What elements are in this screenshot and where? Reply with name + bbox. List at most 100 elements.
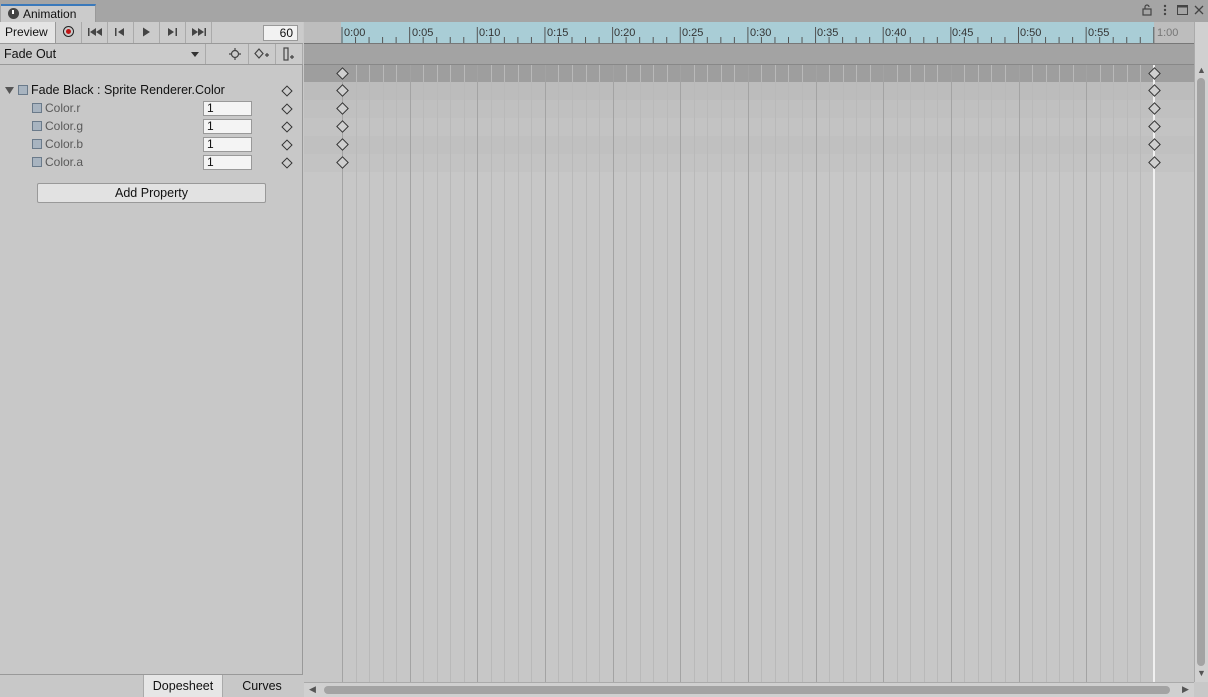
tick-label: 1:00 xyxy=(1157,27,1179,39)
tick-label: 0:25 xyxy=(682,27,704,39)
tab-dopesheet[interactable]: Dopesheet xyxy=(143,675,223,697)
tick-label: 0:40 xyxy=(885,27,907,39)
grid-line xyxy=(369,65,370,682)
grid-line xyxy=(653,65,654,682)
keyframe-diamond-icon[interactable] xyxy=(281,121,293,133)
record-button[interactable] xyxy=(56,22,82,43)
grid-line xyxy=(640,65,641,682)
first-keyframe-button[interactable] xyxy=(82,22,108,43)
grid-line xyxy=(1127,65,1128,682)
tab-curves[interactable]: Curves xyxy=(222,675,302,697)
grid-line xyxy=(558,65,559,682)
maximize-icon[interactable] xyxy=(1175,4,1189,18)
tick-label: 0:55 xyxy=(1088,27,1110,39)
scroll-right-icon[interactable]: ▶ xyxy=(1182,684,1189,695)
frame-field[interactable]: 60 xyxy=(263,25,298,41)
grid-line xyxy=(843,65,844,682)
grid-line xyxy=(978,65,979,682)
add-event-icon xyxy=(283,47,294,61)
time-ruler[interactable]: 0:00 0:05 0:10 0:15 0:20 0:25 0:30 0:35 … xyxy=(304,22,1194,44)
scroll-down-icon[interactable]: ▼ xyxy=(1197,668,1206,678)
scroll-left-icon[interactable]: ◀ xyxy=(309,684,316,695)
property-value-field[interactable]: 1 xyxy=(203,119,252,134)
first-keyframe-icon xyxy=(88,28,102,36)
property-group-row[interactable]: Fade Black : Sprite Renderer.Color xyxy=(0,82,303,100)
property-label: Color.r xyxy=(45,101,81,115)
sprite-renderer-icon xyxy=(32,139,42,149)
tick-label: 0:30 xyxy=(750,27,772,39)
keyframe-diamond-icon[interactable] xyxy=(281,103,293,115)
add-property-button[interactable]: Add Property xyxy=(37,183,266,203)
grid-line xyxy=(586,65,587,682)
grid-line xyxy=(829,65,830,682)
tab-strip: Animation xyxy=(0,0,1208,22)
record-icon xyxy=(63,26,74,37)
add-event-button[interactable] xyxy=(276,44,303,64)
grid-line xyxy=(504,65,505,682)
keyframe-diamond-icon[interactable] xyxy=(281,85,293,97)
grid-line xyxy=(788,65,789,682)
grid-line xyxy=(897,65,898,682)
clip-row: Fade Out xyxy=(0,44,303,65)
grid-line xyxy=(1032,65,1033,682)
lock-icon[interactable] xyxy=(1140,4,1154,18)
grid-line xyxy=(1005,65,1006,682)
grid-line xyxy=(423,65,424,682)
foldout-arrow-icon[interactable] xyxy=(5,87,14,95)
grid-line xyxy=(1113,65,1114,682)
next-keyframe-button[interactable] xyxy=(160,22,186,43)
tick-label: 0:50 xyxy=(1020,27,1042,39)
prev-keyframe-icon xyxy=(115,28,124,36)
grid-line xyxy=(626,65,627,682)
dopesheet-grid[interactable] xyxy=(304,65,1194,682)
horizontal-scrollbar[interactable]: ◀ ▶ xyxy=(304,682,1194,697)
sprite-renderer-icon xyxy=(32,157,42,167)
grid-line xyxy=(518,65,519,682)
preview-button[interactable]: Preview xyxy=(0,22,56,43)
horizontal-scroll-thumb[interactable] xyxy=(324,686,1170,694)
last-keyframe-button[interactable] xyxy=(186,22,212,43)
add-keyframe-button[interactable] xyxy=(249,44,276,64)
grid-line xyxy=(951,65,952,682)
play-button[interactable] xyxy=(134,22,160,43)
property-row-color-g[interactable]: Color.g 1 xyxy=(0,118,303,136)
property-row-color-b[interactable]: Color.b 1 xyxy=(0,136,303,154)
property-row-color-r[interactable]: Color.r 1 xyxy=(0,100,303,118)
tab-animation[interactable]: Animation xyxy=(1,4,96,22)
grid-line xyxy=(464,65,465,682)
grid-line xyxy=(599,65,600,682)
grid-line xyxy=(910,65,911,682)
clip-dropdown[interactable]: Fade Out xyxy=(0,44,206,64)
tick-label: 0:45 xyxy=(952,27,974,39)
grid-line xyxy=(667,65,668,682)
menu-dots-icon[interactable] xyxy=(1158,4,1172,18)
prev-keyframe-button[interactable] xyxy=(108,22,134,43)
grid-line xyxy=(680,65,681,682)
keyframe-diamond-icon[interactable] xyxy=(281,157,293,169)
grid-line xyxy=(775,65,776,682)
scroll-up-icon[interactable]: ▲ xyxy=(1197,65,1206,75)
property-label: Color.b xyxy=(45,137,84,151)
property-label: Color.a xyxy=(45,155,84,169)
property-value-field[interactable]: 1 xyxy=(203,155,252,170)
filter-selection-button[interactable] xyxy=(222,44,249,64)
property-row-color-a[interactable]: Color.a 1 xyxy=(0,154,303,172)
grid-line xyxy=(937,65,938,682)
property-value-field[interactable]: 1 xyxy=(203,137,252,152)
grid-line xyxy=(396,65,397,682)
grid-line xyxy=(531,65,532,682)
vertical-scrollbar[interactable]: ▲ ▼ xyxy=(1194,22,1208,682)
add-keyframe-icon xyxy=(254,48,269,59)
grid-line xyxy=(856,65,857,682)
grid-line xyxy=(545,65,546,682)
summary-keyframe-bar[interactable] xyxy=(304,44,1194,65)
grid-line xyxy=(1019,65,1020,682)
keyframe-diamond-icon[interactable] xyxy=(281,139,293,151)
property-value-field[interactable]: 1 xyxy=(203,101,252,116)
grid-line xyxy=(437,65,438,682)
last-keyframe-icon xyxy=(192,28,206,36)
chevron-down-icon xyxy=(191,52,199,57)
vertical-scroll-thumb[interactable] xyxy=(1197,78,1205,666)
clip-dropdown-label: Fade Out xyxy=(4,47,57,61)
close-icon[interactable] xyxy=(1192,4,1206,18)
